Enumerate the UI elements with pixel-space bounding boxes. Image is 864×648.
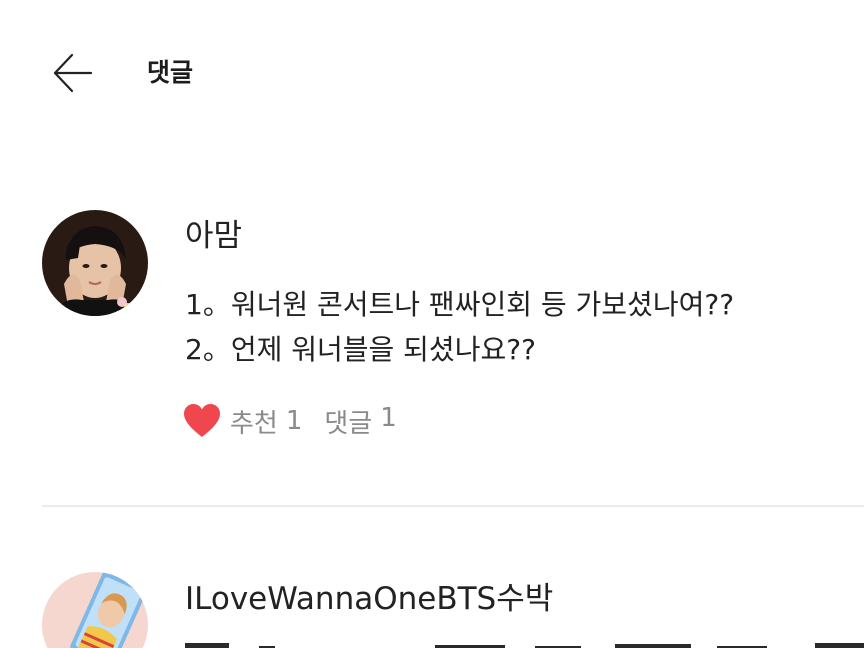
like-count: 1 xyxy=(285,406,303,436)
comment-body: 1。워너원 콘서트나 팬싸인회 등 가보셨나여?? 2。언제 워너블을 되셨나요… xyxy=(185,282,855,372)
app-header: 댓글 xyxy=(0,0,864,140)
comment-body-cropped xyxy=(185,636,864,648)
comment-author[interactable]: ILoveWannaOneBTS수박 xyxy=(185,578,553,620)
avatar[interactable] xyxy=(42,572,148,648)
like-button[interactable] xyxy=(182,401,222,441)
comment-item: 아맘 1。워너원 콘서트나 팬싸인회 등 가보셨나여?? 2。언제 워너블을 되… xyxy=(0,205,864,465)
reply-count: 1 xyxy=(380,402,397,433)
like-label[interactable]: 추천 xyxy=(230,403,278,440)
arrow-left-icon xyxy=(53,53,93,93)
comment-line: 2。언제 워너블을 되셨나요?? xyxy=(185,333,536,366)
comment-author[interactable]: 아맘 xyxy=(185,215,242,257)
avatar[interactable] xyxy=(42,210,148,316)
back-button[interactable] xyxy=(44,48,100,98)
heart-icon xyxy=(184,404,220,437)
comment-actions: 추천 1 댓글 1 xyxy=(182,401,397,441)
comment-line: 1。워너원 콘서트나 팬싸인회 등 가보셨나여?? xyxy=(185,288,735,321)
comment-divider xyxy=(42,505,864,507)
comment-item: ILoveWannaOneBTS수박 xyxy=(0,566,864,648)
reply-button[interactable]: 댓글 1 xyxy=(324,403,396,440)
reply-label: 댓글 xyxy=(324,408,373,439)
page-title: 댓글 xyxy=(147,58,194,87)
